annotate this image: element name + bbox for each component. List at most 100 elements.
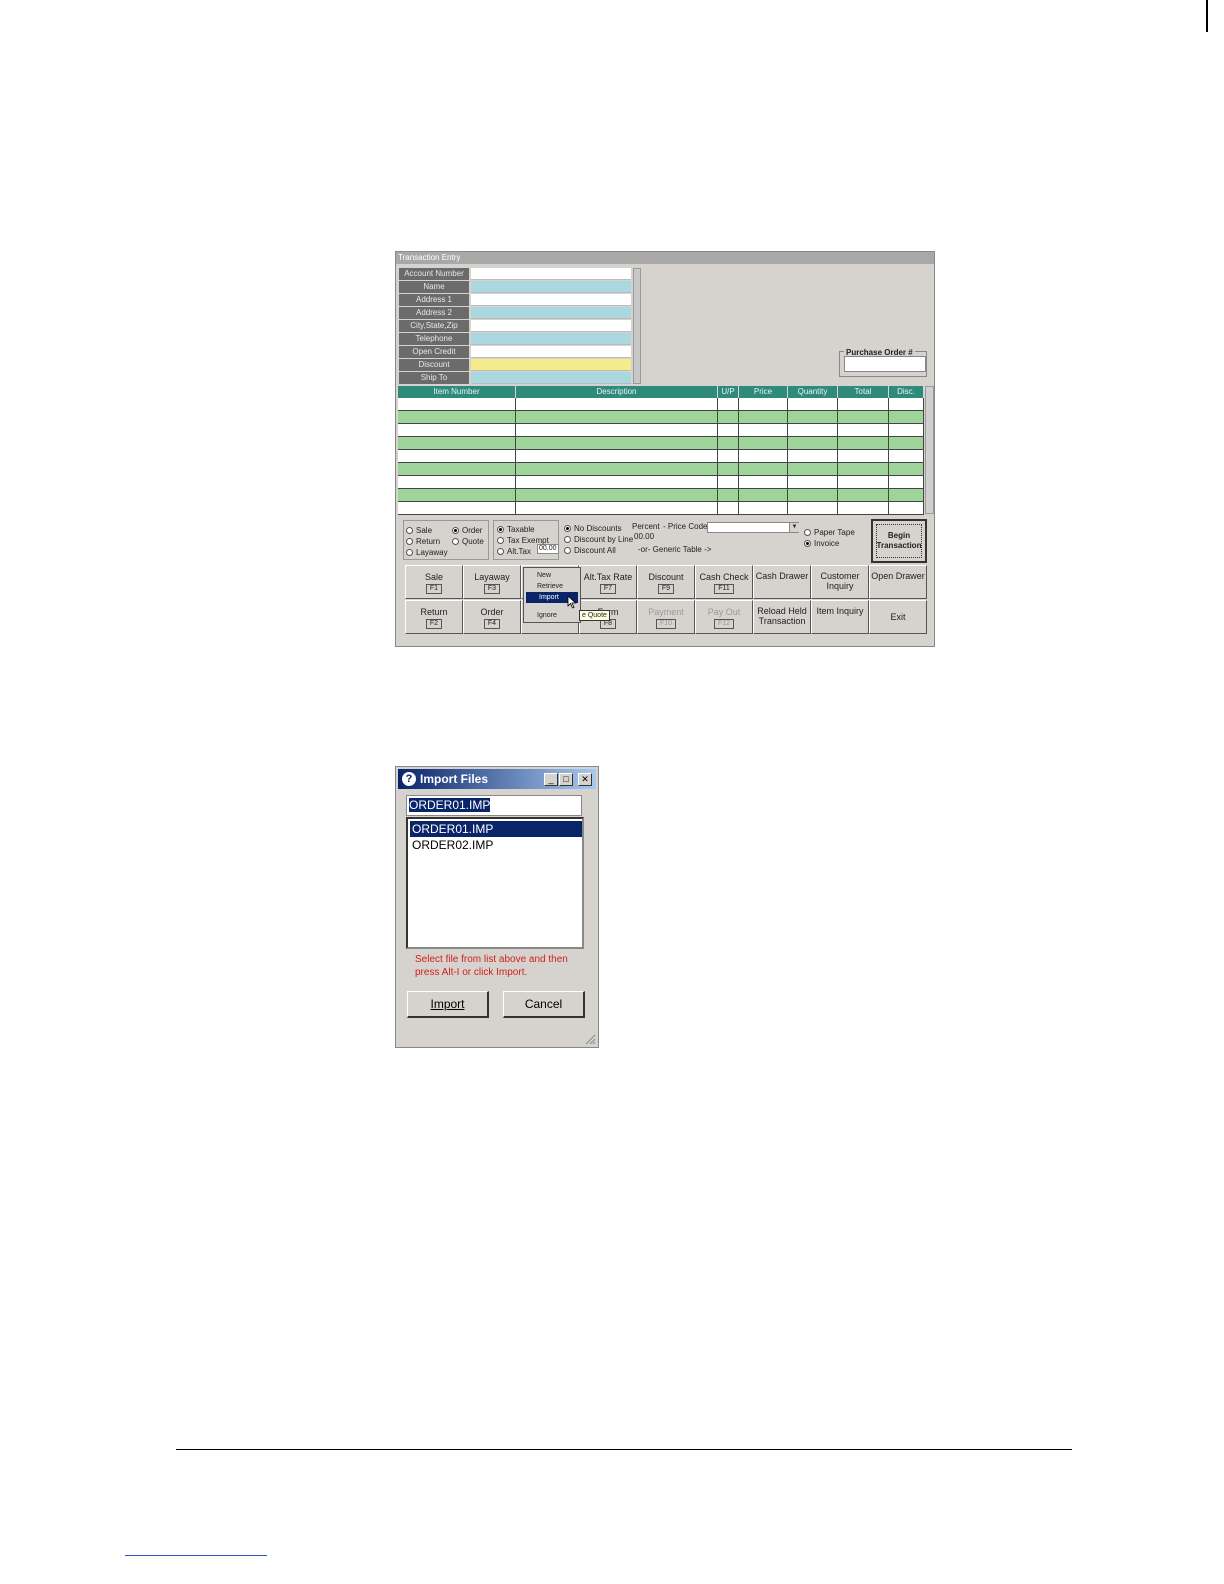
grid-cell[interactable] xyxy=(398,411,516,423)
tax-radio[interactable]: Taxable xyxy=(497,525,535,535)
grid-cell[interactable] xyxy=(739,489,788,501)
output-radio[interactable]: Invoice xyxy=(804,539,839,549)
grid-cell[interactable] xyxy=(788,502,838,514)
price-code-select[interactable] xyxy=(707,522,799,533)
grid-column-header[interactable]: Quantity xyxy=(788,386,838,398)
grid-cell[interactable] xyxy=(739,502,788,514)
grid-cell[interactable] xyxy=(838,450,889,462)
grid-cell[interactable] xyxy=(788,476,838,488)
grid-cell[interactable] xyxy=(718,489,739,501)
grid-cell[interactable] xyxy=(889,502,924,514)
list-item[interactable]: ORDER01.IMP xyxy=(410,821,582,837)
file-list[interactable]: ORDER01.IMP ORDER02.IMP xyxy=(406,817,584,949)
function-button[interactable]: Reload Held Transaction xyxy=(753,600,811,634)
function-button[interactable]: Open Drawer xyxy=(869,565,927,599)
function-button[interactable]: Pay Out F12 xyxy=(695,600,753,634)
grid-cell[interactable] xyxy=(889,450,924,462)
table-row[interactable] xyxy=(398,502,924,515)
grid-cell[interactable] xyxy=(739,437,788,449)
account-field-input[interactable] xyxy=(471,307,631,319)
function-button[interactable]: Sale F1 xyxy=(405,565,463,599)
grid-cell[interactable] xyxy=(516,398,718,410)
grid-cell[interactable] xyxy=(788,450,838,462)
grid-cell[interactable] xyxy=(718,476,739,488)
filename-input[interactable]: ORDER01.IMP xyxy=(406,795,582,816)
grid-cell[interactable] xyxy=(398,489,516,501)
grid-cell[interactable] xyxy=(398,437,516,449)
grid-column-header[interactable]: Item Number xyxy=(398,386,516,398)
transaction-type-radio[interactable]: Quote xyxy=(452,537,484,547)
grid-cell[interactable] xyxy=(838,398,889,410)
account-field-input[interactable] xyxy=(471,346,631,358)
purchase-order-input[interactable] xyxy=(844,356,926,372)
account-scrollbar[interactable] xyxy=(633,268,641,384)
grid-cell[interactable] xyxy=(516,489,718,501)
account-field-input[interactable] xyxy=(471,372,631,384)
minimize-icon[interactable]: _ xyxy=(544,773,558,786)
grid-cell[interactable] xyxy=(889,411,924,423)
grid-cell[interactable] xyxy=(788,437,838,449)
function-button[interactable]: Customer Inquiry xyxy=(811,565,869,599)
begin-transaction-button[interactable]: Begin Transaction xyxy=(871,519,927,563)
grid-cell[interactable] xyxy=(398,502,516,514)
account-field-input[interactable] xyxy=(471,268,631,280)
function-button[interactable]: Item Inquiry xyxy=(811,600,869,634)
discount-radio[interactable]: No Discounts xyxy=(564,524,622,534)
grid-cell[interactable] xyxy=(838,476,889,488)
tax-radio[interactable]: Tax Exempt xyxy=(497,536,549,546)
list-item[interactable]: ORDER02.IMP xyxy=(410,837,582,853)
grid-cell[interactable] xyxy=(739,411,788,423)
function-button[interactable]: Exit xyxy=(869,600,927,634)
grid-cell[interactable] xyxy=(788,398,838,410)
grid-cell[interactable] xyxy=(718,502,739,514)
grid-cell[interactable] xyxy=(718,463,739,475)
grid-cell[interactable] xyxy=(889,463,924,475)
grid-column-header[interactable]: Description xyxy=(516,386,718,398)
grid-cell[interactable] xyxy=(838,502,889,514)
grid-cell[interactable] xyxy=(739,424,788,436)
discount-radio[interactable]: Discount All xyxy=(564,546,616,556)
function-button[interactable]: Layaway F3 xyxy=(463,565,521,599)
function-button[interactable]: Discount F9 xyxy=(637,565,695,599)
grid-cell[interactable] xyxy=(788,424,838,436)
table-row[interactable] xyxy=(398,424,924,437)
table-row[interactable] xyxy=(398,411,924,424)
grid-cell[interactable] xyxy=(889,398,924,410)
grid-cell[interactable] xyxy=(838,437,889,449)
transaction-type-radio[interactable]: Order xyxy=(452,526,482,536)
grid-cell[interactable] xyxy=(516,450,718,462)
grid-cell[interactable] xyxy=(516,424,718,436)
menu-item[interactable]: Ignore xyxy=(524,610,580,621)
table-row[interactable] xyxy=(398,463,924,476)
grid-cell[interactable] xyxy=(398,398,516,410)
grid-column-header[interactable]: Disc. xyxy=(889,386,924,398)
grid-cell[interactable] xyxy=(838,411,889,423)
transaction-type-radio[interactable]: Layaway xyxy=(406,548,448,558)
grid-cell[interactable] xyxy=(718,437,739,449)
grid-cell[interactable] xyxy=(739,398,788,410)
grid-cell[interactable] xyxy=(788,489,838,501)
discount-radio[interactable]: Discount by Line xyxy=(564,535,633,545)
account-field-input[interactable] xyxy=(471,281,631,293)
grid-cell[interactable] xyxy=(516,411,718,423)
grid-cell[interactable] xyxy=(739,463,788,475)
grid-scrollbar[interactable] xyxy=(925,386,934,514)
cancel-button[interactable]: Cancel xyxy=(503,991,585,1018)
grid-cell[interactable] xyxy=(788,463,838,475)
grid-cell[interactable] xyxy=(838,489,889,501)
grid-column-header[interactable]: U/P xyxy=(718,386,739,398)
grid-cell[interactable] xyxy=(718,398,739,410)
grid-cell[interactable] xyxy=(889,424,924,436)
chevron-down-icon[interactable]: ▼ xyxy=(789,523,799,532)
grid-column-header[interactable]: Total xyxy=(838,386,889,398)
resize-grip-icon[interactable] xyxy=(584,1033,596,1045)
grid-cell[interactable] xyxy=(889,489,924,501)
grid-cell[interactable] xyxy=(398,463,516,475)
function-button[interactable]: Payment F10 xyxy=(637,600,695,634)
table-row[interactable] xyxy=(398,450,924,463)
grid-cell[interactable] xyxy=(739,476,788,488)
grid-cell[interactable] xyxy=(718,424,739,436)
grid-cell[interactable] xyxy=(788,411,838,423)
close-icon[interactable]: ✕ xyxy=(578,773,592,786)
function-button[interactable]: Cash Check F11 xyxy=(695,565,753,599)
